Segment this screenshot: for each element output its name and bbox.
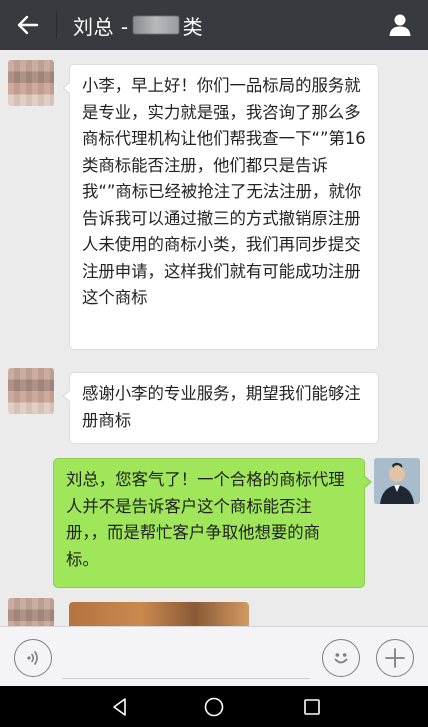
message-input[interactable]	[62, 637, 310, 679]
back-button[interactable]	[0, 0, 56, 50]
system-navigation-bar	[0, 686, 428, 727]
voice-toggle-button[interactable]	[14, 639, 52, 677]
redacted-title-mark	[132, 16, 179, 34]
chat-message-list[interactable]: 小李，早上好！你们一品标局的服务就是专业，实力就是强，我咨询了那么多商标代理机构…	[0, 50, 428, 626]
chat-header: 刘总 - 类	[0, 0, 428, 50]
outgoing-message-bubble[interactable]: 刘总，您客气了！一个合格的商标代理人并不是告诉客户这个商标能否注册，，而是帮忙客…	[53, 458, 372, 588]
chat-title-prefix: 刘总 -	[73, 14, 129, 39]
incoming-message-bubble[interactable]: 小李，早上好！你们一品标局的服务就是专业，实力就是强，我咨询了那么多商标代理机构…	[62, 64, 379, 350]
emoji-icon	[334, 653, 348, 664]
my-avatar[interactable]	[374, 458, 420, 504]
plus-icon	[385, 648, 405, 668]
user-photo-icon	[374, 458, 420, 504]
more-actions-button[interactable]	[376, 639, 414, 677]
image-message[interactable]	[69, 602, 249, 626]
chat-title-suffix: 类	[182, 14, 204, 39]
nav-recent-button[interactable]	[282, 686, 342, 727]
nav-back-button[interactable]	[90, 686, 150, 727]
contact-avatar[interactable]	[8, 368, 54, 414]
contact-avatar[interactable]	[8, 598, 54, 626]
square-recent-icon	[304, 698, 320, 715]
nav-home-button[interactable]	[184, 686, 244, 727]
emoji-button[interactable]	[322, 639, 360, 677]
circle-home-icon	[204, 697, 224, 716]
contact-avatar[interactable]	[8, 60, 54, 106]
voice-icon	[27, 651, 38, 665]
incoming-message-bubble[interactable]: 感谢小李的专业服务，期望我们能够注册商标	[62, 372, 379, 444]
arrow-left-icon	[17, 15, 39, 35]
header-divider	[56, 12, 57, 38]
person-icon	[389, 14, 411, 36]
chat-info-button[interactable]	[372, 0, 428, 50]
chat-title: 刘总 - 类	[73, 11, 372, 40]
message-input-bar	[0, 626, 428, 686]
triangle-back-icon	[113, 697, 126, 716]
